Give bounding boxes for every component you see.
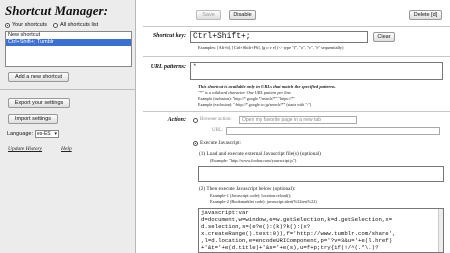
execute-javascript-label: Execute Javascript: bbox=[200, 140, 242, 146]
step2-label: (2) Then execute Javascript below (optio… bbox=[199, 186, 296, 192]
divider bbox=[143, 56, 450, 57]
url-patterns-note: This shortcut is available only in URLs … bbox=[198, 84, 336, 89]
code-line: javascript:var bbox=[201, 209, 249, 216]
browser-action-select[interactable]: Open my favorite page in a new tab bbox=[239, 116, 357, 124]
url-patterns-label: URL patterns: bbox=[150, 64, 186, 70]
shortcut-list[interactable]: New shortcut Ctrl+Shift+; Tumblr bbox=[5, 31, 132, 67]
example2: Example-2 (Bookmarklet code): javascript… bbox=[210, 199, 317, 204]
url-patterns-example-inclusion: Example (inclusion): "http://*.google.*/… bbox=[198, 96, 295, 101]
url-patterns-input[interactable]: * bbox=[190, 62, 443, 80]
action-label: Action: bbox=[167, 117, 186, 123]
radio-browser-action[interactable] bbox=[193, 118, 198, 123]
external-js-input[interactable] bbox=[198, 166, 444, 182]
help-link[interactable]: Help bbox=[61, 146, 72, 152]
url-label: URL: bbox=[212, 128, 224, 133]
javascript-code-textarea[interactable]: javascript:var d=document,w=window,e=w.g… bbox=[198, 208, 444, 253]
code-scrollbar[interactable] bbox=[438, 209, 443, 252]
shortcut-key-examples: Examples: [Alt+b], [Ctrl+Shift+F6], [g o… bbox=[198, 45, 344, 50]
step1-label: (1) Load and execute external Javascript… bbox=[199, 151, 321, 157]
clear-button[interactable]: Clear bbox=[373, 32, 395, 42]
url-patterns-example-exclusion: Example (exclusion): "-http://*.google.c… bbox=[198, 102, 312, 107]
update-history-link[interactable]: Update History bbox=[8, 146, 42, 152]
radio-your-shortcuts[interactable] bbox=[5, 22, 10, 28]
code-line: x.createRange().text:0)),f='http://www.t… bbox=[201, 230, 396, 237]
save-button[interactable]: Save bbox=[196, 10, 221, 20]
export-settings-button[interactable]: Export your settings bbox=[8, 98, 70, 108]
radio-your-shortcuts-label: Your shortcuts bbox=[12, 22, 47, 28]
add-shortcut-button[interactable]: Add a new shortcut bbox=[8, 72, 69, 82]
divider bbox=[143, 26, 450, 27]
code-line: d=document,w=window,e=w.getSelection,k=d… bbox=[201, 216, 393, 223]
sidebar-title: Shortcut Manager: bbox=[5, 3, 108, 18]
step1-example: (Example: "http://www.foobar.com/yourscr… bbox=[210, 158, 297, 163]
sidebar: Shortcut Manager: Your shortcuts All sho… bbox=[0, 0, 136, 253]
radio-all-shortcuts[interactable] bbox=[52, 22, 58, 28]
example1: Example-1 (Javascript code): location.re… bbox=[210, 193, 292, 198]
delete-button[interactable]: Delete [d] bbox=[409, 10, 442, 20]
shortcut-filter: Your shortcuts All shortcuts list bbox=[5, 22, 98, 28]
code-line: +'&t='+e(d.title)+'&s='+e(s),u=f+p;try{i… bbox=[201, 244, 379, 251]
code-line: d.selection,s=(e?e():(k)?k():(x? bbox=[201, 223, 311, 230]
url-patterns-wildcard: "*" is a wildcard character. One URL pat… bbox=[198, 90, 292, 95]
list-item[interactable]: New shortcut bbox=[6, 32, 131, 39]
list-item[interactable]: Ctrl+Shift+; Tumblr bbox=[6, 39, 131, 46]
language-row: Language: es-ES bbox=[7, 130, 59, 138]
browser-action-url-input[interactable] bbox=[226, 127, 440, 135]
browser-action-label: Browser action: bbox=[200, 117, 232, 122]
language-label: Language: bbox=[7, 131, 33, 137]
radio-execute-javascript[interactable] bbox=[193, 141, 198, 146]
import-settings-button[interactable]: Import settings bbox=[8, 114, 58, 124]
divider bbox=[0, 89, 136, 90]
shortcut-key-label: Shortcut key: bbox=[152, 33, 186, 39]
shortcut-key-input[interactable]: Ctrl+Shift+; bbox=[190, 31, 368, 43]
disable-button[interactable]: Disable bbox=[229, 10, 256, 20]
code-line: ,l=d.location,e=encodeURIComponent,p='?v… bbox=[201, 237, 393, 244]
radio-all-shortcuts-label: All shortcuts list bbox=[59, 22, 99, 28]
language-select[interactable]: es-ES bbox=[35, 130, 59, 138]
divider bbox=[143, 111, 450, 112]
